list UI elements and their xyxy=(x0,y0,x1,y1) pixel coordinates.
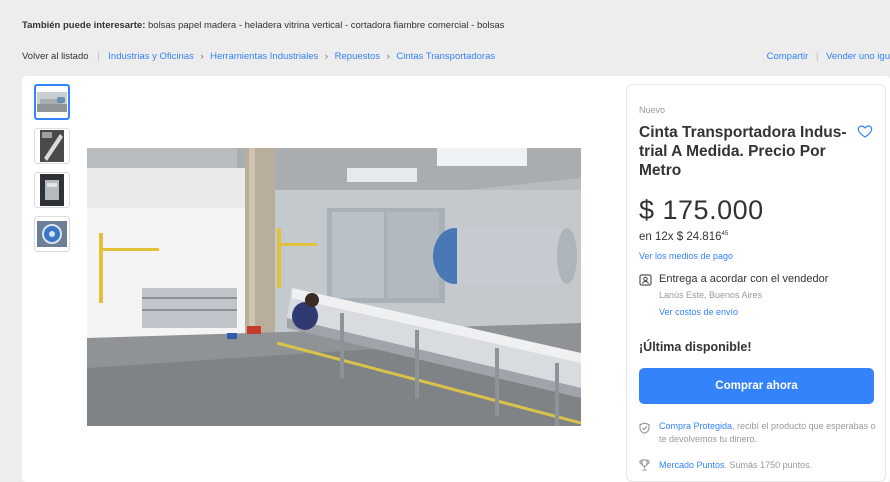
share-link[interactable]: Compartir xyxy=(767,51,809,62)
chevron-right-icon: › xyxy=(386,51,390,61)
back-to-list-link[interactable]: Volver al listado xyxy=(22,51,89,62)
protected-purchase-info: Compra Protegida, recibí el producto que… xyxy=(659,420,879,446)
breadcrumb-item[interactable]: Repuestos xyxy=(335,51,380,62)
payment-methods-link[interactable]: Ver los medios de pago xyxy=(639,251,733,261)
thumbnail-1[interactable] xyxy=(34,84,70,120)
share-sell-links: Compartir | Vender uno igu xyxy=(767,51,890,62)
stock-status: ¡Última disponible! xyxy=(639,340,752,354)
shipping-info: Entrega a acordar con el vendedor xyxy=(659,273,829,285)
protected-purchase-link[interactable]: Compra Protegida xyxy=(659,421,732,431)
related-prefix: También puede interesarte: xyxy=(22,20,146,31)
mercado-points-info: Mercado Puntos. Sumás 1750 puntos. xyxy=(659,460,812,470)
breadcrumb-item[interactable]: Cintas Transportadoras xyxy=(396,51,495,62)
conveyor-belt-photo xyxy=(87,148,581,426)
thumbnail-list xyxy=(34,84,70,260)
installments: en 12x $ 24.81645 xyxy=(639,231,728,243)
trophy-icon xyxy=(639,459,650,471)
thumbnail-image xyxy=(37,92,67,112)
related-searches: También puede interesarte: bolsas papel … xyxy=(22,20,504,31)
heart-icon[interactable] xyxy=(857,123,873,139)
main-product-image[interactable] xyxy=(87,148,581,426)
thumbnail-4[interactable] xyxy=(34,216,70,252)
chevron-right-icon: › xyxy=(325,51,329,61)
shipping-costs-link[interactable]: Ver costos de envío xyxy=(659,307,738,317)
purchase-card: Nuevo Cinta Transportadora Indus-trial A… xyxy=(626,84,886,482)
thumbnail-image xyxy=(37,221,67,247)
breadcrumb-item[interactable]: Herramientas Industriales xyxy=(210,51,318,62)
condition-label: Nuevo xyxy=(639,105,666,115)
sell-link[interactable]: Vender uno igu xyxy=(826,51,890,62)
installments-text: en 12x $ 24.816 xyxy=(639,231,722,243)
mercado-points-link[interactable]: Mercado Puntos xyxy=(659,460,725,470)
product-panel: Nuevo Cinta Transportadora Indus-trial A… xyxy=(22,76,890,482)
installments-cents: 45 xyxy=(721,231,729,238)
thumbnail-3[interactable] xyxy=(34,172,70,208)
breadcrumb-bar: Volver al listado | Industrias y Oficina… xyxy=(22,51,890,62)
chevron-right-icon: › xyxy=(200,51,204,61)
divider: | xyxy=(97,51,100,62)
thumbnail-image xyxy=(40,174,64,206)
product-title: Cinta Transportadora Indus-trial A Medid… xyxy=(639,124,847,179)
mercado-points-text: . Sumás 1750 puntos. xyxy=(724,460,813,470)
thumbnail-image xyxy=(40,130,64,162)
shield-check-icon xyxy=(639,422,650,434)
seller-location: Lanús Este, Buenos Aires xyxy=(659,290,763,300)
thumbnail-2[interactable] xyxy=(34,128,70,164)
buy-now-button[interactable]: Comprar ahora xyxy=(639,368,874,404)
breadcrumb-item[interactable]: Industrias y Oficinas xyxy=(108,51,194,62)
price: $ 175.000 xyxy=(639,195,764,225)
related-links[interactable]: bolsas papel madera - heladera vitrina v… xyxy=(148,20,504,31)
delivery-handshake-icon xyxy=(639,274,652,286)
divider: | xyxy=(815,51,819,62)
